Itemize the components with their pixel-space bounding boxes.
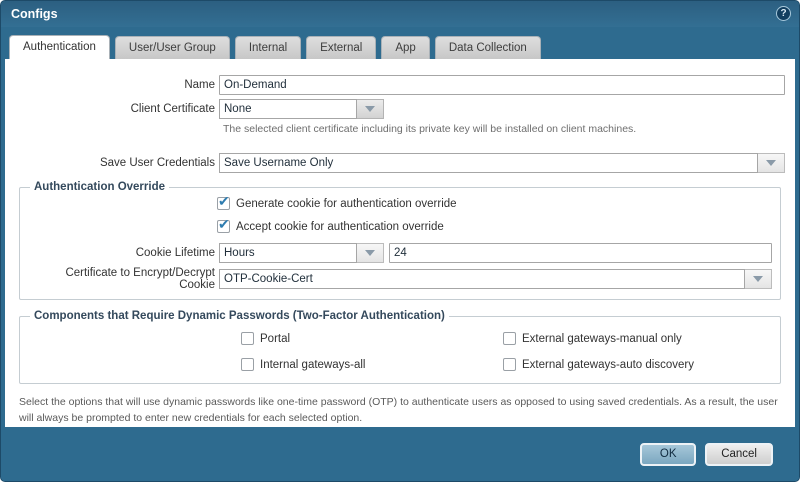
cookie-certificate-row: Certificate to Encrypt/Decrypt Cookie OT…	[28, 267, 772, 291]
name-label: Name	[184, 79, 215, 91]
cookie-lifetime-label: Cookie Lifetime	[135, 247, 215, 259]
cookie-certificate-select[interactable]: OTP-Cookie-Cert	[219, 269, 772, 289]
components-fieldset: Components that Require Dynamic Password…	[19, 310, 781, 384]
cookie-lifetime-dropdown-button[interactable]	[357, 243, 384, 263]
client-certificate-select[interactable]: None	[219, 99, 384, 119]
cookie-lifetime-unit-value: Hours	[219, 243, 357, 263]
client-certificate-label: Client Certificate	[130, 103, 215, 115]
name-row: Name	[15, 75, 785, 95]
generate-cookie-checkbox[interactable]	[217, 193, 230, 210]
save-user-credentials-row: Save User Credentials Save Username Only	[15, 153, 785, 173]
authentication-override-fieldset: Authentication Override Generate cookie …	[19, 181, 781, 300]
cookie-lifetime-unit-select[interactable]: Hours	[219, 243, 384, 263]
portal-checkbox[interactable]	[241, 332, 254, 345]
cookie-certificate-value: OTP-Cookie-Cert	[219, 269, 745, 289]
chevron-down-icon	[766, 160, 776, 166]
external-gateways-auto-checkbox[interactable]	[503, 358, 516, 371]
client-certificate-help-text: The selected client certificate includin…	[223, 123, 637, 135]
accept-cookie-row: Accept cookie for authentication overrid…	[217, 216, 772, 233]
authentication-override-legend: Authentication Override	[34, 181, 165, 193]
generate-cookie-label: Generate cookie for authentication overr…	[236, 197, 457, 210]
cookie-certificate-dropdown-button[interactable]	[745, 269, 772, 289]
external-gateways-auto-label: External gateways-auto discovery	[522, 358, 694, 371]
components-grid: Portal External gateways-manual only Int…	[241, 332, 772, 371]
components-legend: Components that Require Dynamic Password…	[34, 310, 445, 322]
client-certificate-dropdown-button[interactable]	[357, 99, 384, 119]
portal-label: Portal	[260, 332, 291, 345]
portal-option: Portal	[241, 332, 503, 345]
cookie-lifetime-value-input[interactable]	[389, 243, 772, 263]
internal-gateways-option: Internal gateways-all	[241, 358, 503, 371]
tab-user-user-group[interactable]: User/User Group	[114, 36, 230, 59]
chevron-down-icon	[365, 106, 375, 112]
internal-gateways-checkbox[interactable]	[241, 358, 254, 371]
dialog-footer: OK Cancel	[1, 427, 799, 481]
external-gateways-auto-option: External gateways-auto discovery	[503, 358, 772, 371]
tab-app[interactable]: App	[381, 36, 430, 59]
cookie-certificate-label: Certificate to Encrypt/Decrypt Cookie	[65, 267, 215, 291]
tab-external[interactable]: External	[306, 36, 377, 59]
configs-dialog: Configs ? Authentication User/User Group…	[0, 0, 800, 482]
save-user-credentials-dropdown-button[interactable]	[758, 153, 785, 173]
accept-cookie-checkbox[interactable]	[217, 216, 230, 233]
external-gateways-manual-checkbox[interactable]	[503, 332, 516, 345]
name-input[interactable]	[219, 75, 785, 95]
chevron-down-icon	[365, 250, 375, 256]
dialog-title: Configs	[11, 7, 58, 21]
internal-gateways-label: Internal gateways-all	[260, 358, 366, 371]
ok-button[interactable]: OK	[640, 442, 697, 466]
external-gateways-manual-label: External gateways-manual only	[522, 332, 682, 345]
cancel-button[interactable]: Cancel	[705, 442, 773, 466]
client-certificate-value: None	[219, 99, 357, 119]
generate-cookie-row: Generate cookie for authentication overr…	[217, 193, 772, 210]
chevron-down-icon	[753, 276, 763, 282]
dialog-titlebar: Configs ?	[1, 1, 799, 27]
save-user-credentials-select[interactable]: Save Username Only	[219, 153, 785, 173]
cookie-lifetime-row: Cookie Lifetime Hours	[28, 243, 772, 263]
tab-internal[interactable]: Internal	[234, 36, 302, 59]
accept-cookie-label: Accept cookie for authentication overrid…	[236, 220, 444, 233]
external-gateways-manual-option: External gateways-manual only	[503, 332, 772, 345]
tab-panel-authentication: Name Client Certificate None The selecte…	[5, 59, 795, 427]
tab-data-collection[interactable]: Data Collection	[434, 36, 541, 59]
client-certificate-row: Client Certificate None	[15, 99, 785, 119]
otp-note-text: Select the options that will use dynamic…	[19, 396, 778, 425]
help-icon[interactable]: ?	[776, 6, 791, 21]
save-user-credentials-value: Save Username Only	[219, 153, 758, 173]
tab-authentication[interactable]: Authentication	[9, 35, 110, 59]
tab-strip: Authentication User/User Group Internal …	[1, 27, 799, 59]
save-user-credentials-label: Save User Credentials	[99, 157, 215, 169]
